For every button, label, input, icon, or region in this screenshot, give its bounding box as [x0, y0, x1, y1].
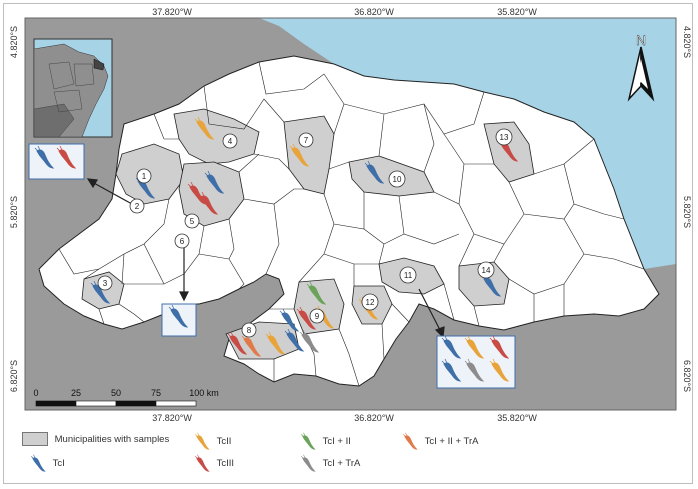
- svg-text:12: 12: [366, 298, 375, 307]
- svg-text:2: 2: [135, 202, 140, 211]
- coord-left-3: 6.820°S: [9, 360, 19, 392]
- scale-tick-50: 50: [111, 388, 121, 398]
- svg-text:3: 3: [103, 279, 108, 288]
- svg-text:1: 1: [142, 172, 147, 181]
- legend-item-tci-ii-tra: TcI + II + TrA: [402, 432, 479, 450]
- map-canvas: 37.820°W 36.820°W 35.820°W 37.820°W 36.8…: [9, 7, 692, 423]
- municipality-9: [293, 278, 345, 335]
- legend-item-tcii: TcII: [194, 432, 231, 450]
- label-10: 10: [388, 170, 406, 188]
- legend-municipalities: Municipalities with samples: [22, 432, 169, 446]
- coord-top-3: 35.820°W: [497, 7, 537, 17]
- scale-tick-100: 100 km: [189, 388, 219, 398]
- coord-bottom-3: 35.820°W: [497, 413, 537, 423]
- scale-tick-75: 75: [151, 388, 161, 398]
- inset-map: [33, 38, 113, 138]
- svg-text:11: 11: [404, 271, 413, 280]
- coord-left-2: 5.820°S: [9, 196, 19, 228]
- svg-text:8: 8: [247, 326, 252, 335]
- callout-box-6: [161, 303, 197, 337]
- svg-text:5: 5: [190, 217, 195, 226]
- coord-right-3: 6.820°S: [682, 360, 692, 392]
- scale-tick-25: 25: [71, 388, 81, 398]
- coord-top-2: 36.820°W: [354, 7, 394, 17]
- svg-text:6: 6: [180, 237, 185, 246]
- label-7: 7: [298, 132, 314, 148]
- municipality-swatch: [22, 432, 48, 446]
- svg-text:9: 9: [315, 312, 320, 321]
- coord-bottom-1: 37.820°W: [152, 413, 192, 423]
- label-4: 4: [222, 133, 238, 149]
- coord-right-1: 4.820°S: [682, 26, 692, 58]
- coord-right-2: 5.820°S: [682, 196, 692, 228]
- label-11: 11: [399, 266, 417, 284]
- label-14: 14: [477, 261, 495, 279]
- insect-icon: [30, 454, 46, 472]
- label-5: 5: [184, 213, 200, 229]
- label-8: 8: [241, 322, 257, 338]
- insect-icon: [402, 432, 418, 450]
- legend-item-tci-tra: TcI + TrA: [300, 454, 360, 472]
- label-1: 1: [136, 168, 152, 184]
- legend-item-tciii: TcIII: [194, 454, 234, 472]
- coord-left-1: 4.820°S: [9, 26, 19, 58]
- svg-text:7: 7: [304, 136, 309, 145]
- insect-icon: [300, 432, 316, 450]
- insect-icon: [194, 432, 210, 450]
- svg-text:13: 13: [500, 133, 509, 142]
- legend-item-tci-ii: TcI + II: [300, 432, 351, 450]
- svg-text:10: 10: [393, 175, 402, 184]
- callout-box-2: [28, 143, 85, 180]
- svg-text:4: 4: [228, 137, 233, 146]
- label-6: 6: [174, 233, 190, 249]
- label-13: 13: [495, 128, 513, 146]
- label-2: 2: [129, 198, 145, 214]
- label-3: 3: [97, 275, 113, 291]
- coord-bottom-2: 36.820°W: [354, 413, 394, 423]
- north-label: N: [636, 32, 646, 48]
- coord-top-1: 37.820°W: [152, 7, 192, 17]
- legend-item-tci: TcI: [30, 454, 65, 472]
- callout-box-11: [436, 335, 516, 389]
- scale-tick-0: 0: [33, 388, 38, 398]
- insect-icon: [194, 454, 210, 472]
- map-frame: 37.820°W 36.820°W 35.820°W 37.820°W 36.8…: [3, 3, 693, 484]
- svg-text:14: 14: [482, 266, 491, 275]
- legend: Municipalities with samples TcI TcII TcI…: [22, 430, 682, 478]
- label-12: 12: [361, 293, 379, 311]
- label-9: 9: [309, 308, 325, 324]
- insect-icon: [300, 454, 316, 472]
